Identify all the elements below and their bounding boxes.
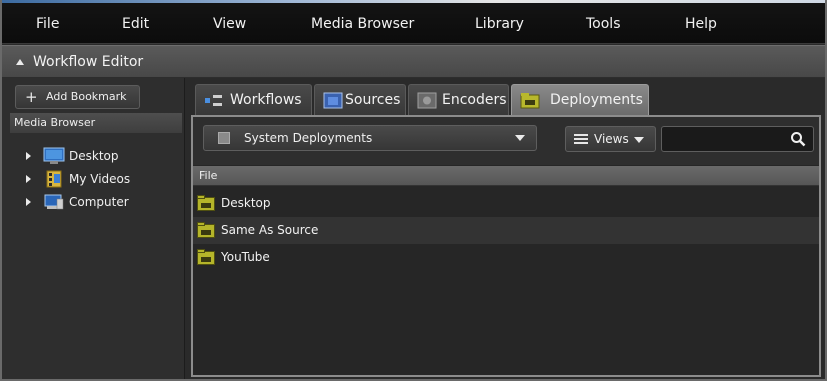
file-row-desktop[interactable]: Desktop (193, 190, 819, 217)
expand-arrow-icon[interactable] (26, 152, 31, 160)
tree-item-label: Desktop (69, 149, 119, 163)
add-bookmark-button[interactable]: + Add Bookmark (15, 85, 140, 109)
checkbox-square-icon (218, 132, 230, 144)
tab-deployments[interactable]: Deployments (511, 84, 649, 115)
tree-item-desktop[interactable]: Desktop (2, 147, 182, 167)
search-icon[interactable] (790, 131, 806, 147)
chevron-down-icon (515, 135, 525, 141)
tree-item-computer[interactable]: Computer (2, 193, 182, 213)
content-toolbar: System Deployments Views (193, 117, 819, 165)
computer-icon (43, 193, 65, 211)
views-button[interactable]: Views (565, 126, 656, 152)
menu-help[interactable]: Help (685, 16, 717, 32)
workflow-editor-title: Workflow Editor (33, 54, 144, 70)
tree-item-my-videos[interactable]: My Videos (2, 170, 182, 190)
file-row-label: Same As Source (221, 223, 319, 237)
file-row-same-as-source[interactable]: Same As Source (193, 217, 819, 244)
deployment-type-select[interactable]: System Deployments (203, 125, 537, 151)
main-panel: Workflows Sources Encoders Deployments S… (187, 78, 825, 379)
views-label: Views (594, 132, 629, 146)
tab-sources[interactable]: Sources (314, 84, 406, 115)
expand-arrow-icon[interactable] (26, 198, 31, 206)
menu-view[interactable]: View (213, 16, 246, 32)
sources-icon (323, 92, 343, 109)
workflows-icon (204, 92, 224, 109)
deployments-content: System Deployments Views File Desktop Sa… (191, 115, 821, 377)
tab-label: Workflows (230, 92, 302, 108)
tab-encoders[interactable]: Encoders (408, 84, 509, 115)
file-row-label: Desktop (221, 196, 271, 210)
menu-library[interactable]: Library (475, 16, 524, 32)
deployment-folder-icon (197, 249, 215, 265)
add-bookmark-label: Add Bookmark (46, 90, 127, 103)
tab-label: Sources (345, 92, 401, 108)
search-box (661, 126, 814, 152)
list-view-icon (574, 134, 588, 144)
file-row-label: YouTube (221, 250, 270, 264)
deployment-folder-icon (197, 195, 215, 211)
menu-bar: File Edit View Media Browser Library Too… (0, 0, 827, 44)
menu-media-browser[interactable]: Media Browser (311, 16, 414, 32)
window-top-edge (0, 0, 827, 3)
deployment-type-value: System Deployments (244, 131, 373, 145)
tab-label: Deployments (550, 92, 643, 108)
menu-file[interactable]: File (36, 16, 59, 32)
column-header-file[interactable]: File (193, 166, 819, 186)
collapse-triangle-icon[interactable] (16, 59, 24, 65)
chevron-down-icon (634, 137, 644, 143)
media-browser-section-title: Media Browser (10, 113, 182, 133)
plus-icon: + (25, 88, 38, 106)
tab-workflows[interactable]: Workflows (195, 84, 312, 115)
file-row-youtube[interactable]: YouTube (193, 244, 819, 271)
expand-arrow-icon[interactable] (26, 175, 31, 183)
tree-item-label: Computer (69, 195, 129, 209)
menu-tools[interactable]: Tools (586, 16, 621, 32)
desktop-icon (43, 147, 65, 165)
tab-label: Encoders (442, 92, 507, 108)
left-sidebar: + Add Bookmark Media Browser Desktop My … (2, 78, 185, 379)
menu-edit[interactable]: Edit (122, 16, 149, 32)
deployment-folder-icon (197, 222, 215, 238)
search-input[interactable] (666, 130, 786, 148)
workflow-editor-header[interactable]: Workflow Editor (2, 45, 825, 78)
tree-item-label: My Videos (69, 172, 131, 186)
videos-folder-icon (43, 170, 65, 188)
deployments-icon (520, 92, 540, 109)
encoders-icon (417, 92, 437, 109)
